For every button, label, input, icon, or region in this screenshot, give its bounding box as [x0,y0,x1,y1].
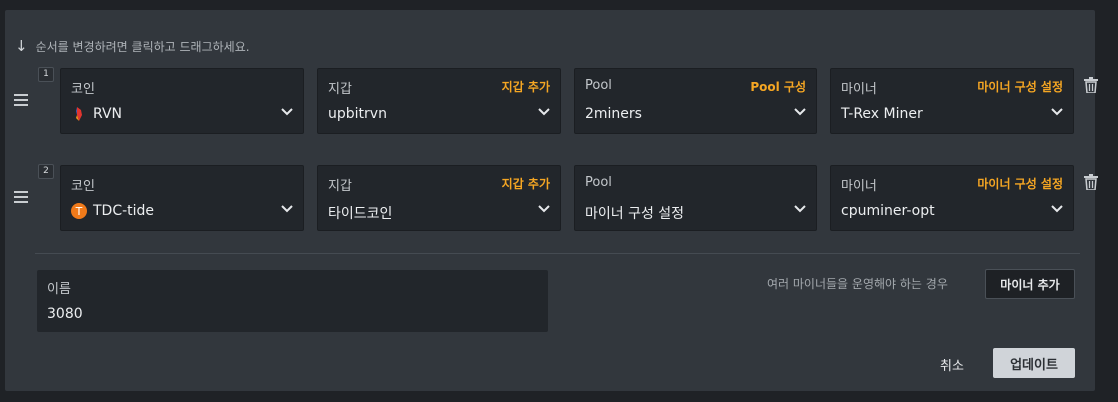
coin-select[interactable]: 코인 T TDC-tide [60,165,304,231]
miner-value: cpuminer-opt [841,203,935,219]
add-wallet-link[interactable]: 지갑 추가 [502,175,550,192]
miner-label: 마이너 [841,179,877,194]
chevron-down-icon [1050,204,1064,214]
pool-label: Pool [585,175,612,190]
row-index: 1 [38,67,54,82]
coin-value-text: TDC-tide [93,203,155,219]
pool-label: Pool [585,78,612,93]
pool-select[interactable]: Pool 마이너 구성 설정 [574,165,817,231]
miner-value: T-Rex Miner [841,106,923,122]
rvn-coin-icon [71,106,87,122]
drag-hint-text: 순서를 변경하려면 클릭하고 드래그하세요. [35,39,250,54]
chevron-down-icon [1050,107,1064,117]
pool-select[interactable]: Pool Pool 구성 2miners [574,68,817,134]
wallet-select[interactable]: 지갑 지갑 추가 upbitrvn [317,68,561,134]
chevron-down-icon [793,107,807,117]
wallet-label: 지갑 [328,179,352,194]
drag-handle-icon[interactable] [14,191,28,203]
coin-label: 코인 [71,82,95,97]
add-wallet-link[interactable]: 지갑 추가 [502,78,550,95]
configure-miner-link[interactable]: 마이너 구성 설정 [977,78,1063,95]
trash-icon[interactable] [1084,77,1098,94]
chevron-down-icon [793,204,807,214]
configure-miner-link[interactable]: 마이너 구성 설정 [977,175,1063,192]
chevron-down-icon [537,107,551,117]
wallet-value: 타이드코인 [328,206,393,222]
cancel-button[interactable]: 취소 [940,355,964,374]
drag-hint: ↓ 순서를 변경하려면 클릭하고 드래그하세요. [15,37,250,55]
miner-select[interactable]: 마이너 마이너 구성 설정 T-Rex Miner [830,68,1074,134]
update-button[interactable]: 업데이트 [993,348,1075,378]
miner-row-2: 2 코인 T TDC-tide 지갑 지갑 추가 타이드코인 Pool 마이너 … [5,164,1098,231]
name-label: 이름 [47,282,71,297]
wallet-value: upbitrvn [328,106,387,122]
wallet-label: 지갑 [328,82,352,97]
coin-label: 코인 [71,179,95,194]
chevron-down-icon [280,107,294,117]
coin-value: T TDC-tide [71,203,154,219]
pool-value: 2miners [585,106,642,122]
coin-select[interactable]: 코인 RVN [60,68,304,134]
chevron-down-icon [537,204,551,214]
trash-icon[interactable] [1084,174,1098,191]
add-miner-button[interactable]: 마이너 추가 [985,269,1075,299]
pool-value: 마이너 구성 설정 [585,206,685,222]
configure-pool-link[interactable]: Pool 구성 [750,78,806,95]
row-index: 2 [38,164,54,179]
tdc-coin-icon: T [71,203,87,219]
drag-handle-icon[interactable] [14,94,28,106]
miner-select[interactable]: 마이너 마이너 구성 설정 cpuminer-opt [830,165,1074,231]
miner-label: 마이너 [841,82,877,97]
name-value: 3080 [47,306,83,322]
wallet-select[interactable]: 지갑 지갑 추가 타이드코인 [317,165,561,231]
coin-value: RVN [71,106,122,122]
name-field[interactable]: 이름 3080 [37,270,548,332]
divider [35,253,1080,254]
svg-text:T: T [75,205,83,218]
coin-value-text: RVN [93,106,123,122]
arrow-down-icon: ↓ [15,37,28,55]
multi-miner-hint: 여러 마이너들을 운영해야 하는 경우 [767,277,948,291]
chevron-down-icon [280,204,294,214]
flight-sheet-panel: ↓ 순서를 변경하려면 클릭하고 드래그하세요. 1 코인 RVN 지갑 지갑 … [5,10,1098,391]
miner-row-1: 1 코인 RVN 지갑 지갑 추가 upbitrvn Pool Pool 구성 … [5,67,1098,134]
